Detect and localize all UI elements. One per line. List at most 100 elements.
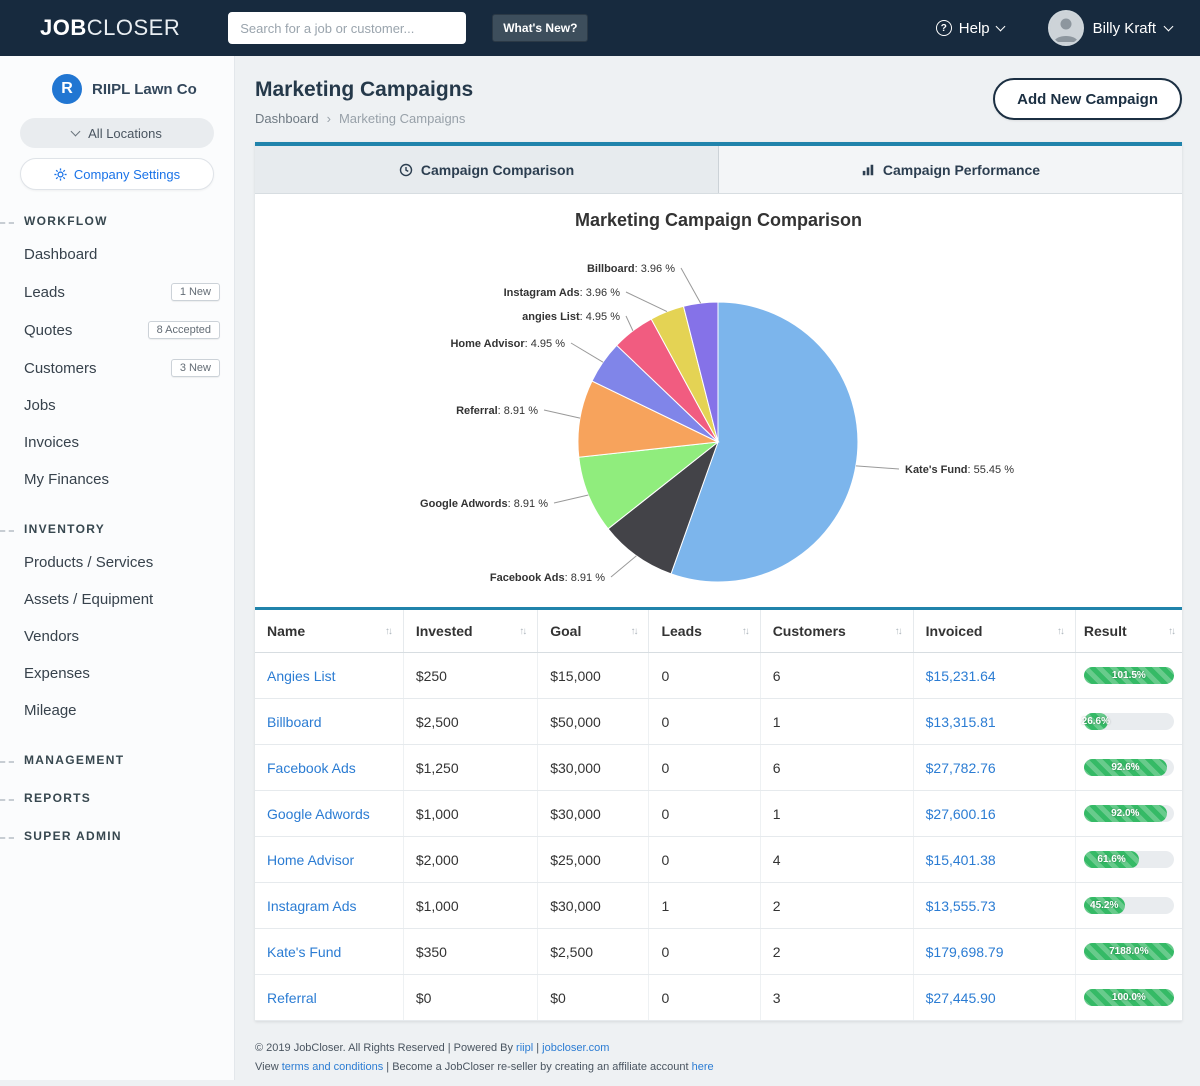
campaign-name-link[interactable]: Kate's Fund — [267, 944, 341, 960]
cell-invoiced: $15,231.64 — [913, 653, 1075, 699]
column-header-name[interactable]: Name↑↓ — [255, 609, 403, 653]
company-settings-button[interactable]: Company Settings — [20, 158, 214, 190]
sidebar-item-mileage[interactable]: Mileage — [0, 692, 234, 729]
column-header-result[interactable]: Result↑↓ — [1075, 609, 1182, 653]
result-progress-bar: 92.0% — [1084, 805, 1174, 822]
sidebar-item-assets-equipment[interactable]: Assets / Equipment — [0, 581, 234, 618]
pie-label-referral: Referral: 8.91 % — [456, 405, 538, 417]
riipl-link[interactable]: riipl — [516, 1042, 533, 1054]
result-progress-fill: 101.5% — [1084, 667, 1174, 684]
cell-invested: $2,500 — [403, 699, 537, 745]
invoiced-link[interactable]: $13,315.81 — [926, 714, 996, 730]
sidebar-item-expenses[interactable]: Expenses — [0, 655, 234, 692]
cell-name: Home Advisor — [255, 837, 403, 883]
sidebar-item-dashboard[interactable]: Dashboard — [0, 236, 234, 273]
all-locations-label: All Locations — [88, 126, 162, 141]
sidebar-item-invoices[interactable]: Invoices — [0, 424, 234, 461]
sidebar-item-label: Products / Services — [24, 554, 153, 571]
sidebar-section-inventory[interactable]: INVENTORY — [0, 522, 234, 536]
sidebar-section-workflow[interactable]: WORKFLOW — [0, 214, 234, 228]
result-progress-fill: 26.6% — [1084, 713, 1108, 730]
pie-chart-area: Marketing Campaign Comparison Kate's Fun… — [255, 194, 1182, 607]
table-row: Kate's Fund$350$2,50002$179,698.797188.0… — [255, 929, 1182, 975]
all-locations-dropdown[interactable]: All Locations — [20, 118, 214, 148]
cell-customers: 1 — [760, 699, 913, 745]
invoiced-link[interactable]: $27,445.90 — [926, 990, 996, 1006]
help-menu[interactable]: ? Help — [936, 20, 1004, 37]
invoiced-link[interactable]: $15,231.64 — [926, 668, 996, 684]
sidebar-item-label: Assets / Equipment — [24, 591, 153, 608]
cell-result: 7188.0% — [1075, 929, 1182, 975]
cell-name: Angies List — [255, 653, 403, 699]
column-label: Customers — [773, 623, 846, 639]
result-progress-fill: 61.6% — [1084, 851, 1139, 868]
sidebar-item-jobs[interactable]: Jobs — [0, 387, 234, 424]
cell-result: 92.0% — [1075, 791, 1182, 837]
whats-new-button[interactable]: What's New? — [492, 14, 588, 42]
sidebar-item-my-finances[interactable]: My Finances — [0, 461, 234, 498]
cell-invoiced: $13,315.81 — [913, 699, 1075, 745]
sidebar-item-label: Customers — [24, 360, 97, 377]
breadcrumb-dashboard[interactable]: Dashboard — [255, 111, 319, 126]
tab-campaign-performance[interactable]: Campaign Performance — [718, 146, 1182, 193]
invoiced-link[interactable]: $27,782.76 — [926, 760, 996, 776]
cell-invoiced: $27,445.90 — [913, 975, 1075, 1021]
invoiced-link[interactable]: $27,600.16 — [926, 806, 996, 822]
sidebar-section-management[interactable]: MANAGEMENT — [0, 753, 234, 767]
sidebar-item-leads[interactable]: Leads1 New — [0, 273, 234, 311]
column-label: Invested — [416, 623, 473, 639]
cell-result: 101.5% — [1075, 653, 1182, 699]
affiliate-here-link[interactable]: here — [692, 1061, 714, 1073]
campaign-name-link[interactable]: Instagram Ads — [267, 898, 357, 914]
result-progress-fill: 100.0% — [1084, 989, 1174, 1006]
campaign-name-link[interactable]: Google Adwords — [267, 806, 370, 822]
app-logo[interactable]: JOBCLOSER — [40, 15, 180, 41]
result-percent-label: 100.0% — [1112, 992, 1146, 1003]
sidebar-item-label: Expenses — [24, 665, 90, 682]
pie-label-kate-s-fund: Kate's Fund: 55.45 % — [905, 464, 1014, 476]
column-label: Invoiced — [926, 623, 983, 639]
gear-icon — [54, 168, 67, 181]
sidebar-item-label: Invoices — [24, 434, 79, 451]
column-header-invested[interactable]: Invested↑↓ — [403, 609, 537, 653]
sidebar-section-reports[interactable]: REPORTS — [0, 791, 234, 805]
sort-icon: ↑↓ — [1057, 626, 1063, 637]
footer-divider: | — [536, 1042, 539, 1054]
chevron-down-icon — [71, 126, 81, 136]
column-header-invoiced[interactable]: Invoiced ↑↓ — [913, 609, 1075, 653]
cell-invoiced: $27,600.16 — [913, 791, 1075, 837]
column-header-leads[interactable]: Leads↑↓ — [649, 609, 760, 653]
user-menu[interactable]: Billy Kraft — [1048, 10, 1172, 46]
column-header-goal[interactable]: Goal↑↓ — [538, 609, 649, 653]
campaign-name-link[interactable]: Facebook Ads — [267, 760, 356, 776]
copyright-text: © 2019 JobCloser. All Rights Reserved | … — [255, 1042, 513, 1054]
sidebar-item-customers[interactable]: Customers3 New — [0, 349, 234, 387]
invoiced-link[interactable]: $13,555.73 — [926, 898, 996, 914]
campaign-name-link[interactable]: Referral — [267, 990, 317, 1006]
company-selector[interactable]: R RIIPL Lawn Co — [0, 74, 234, 104]
terms-link[interactable]: terms and conditions — [282, 1061, 384, 1073]
campaign-table: Name↑↓Invested↑↓Goal↑↓Leads↑↓Customers↑↓… — [255, 607, 1182, 1021]
pie-label-connector — [856, 466, 899, 469]
campaign-name-link[interactable]: Home Advisor — [267, 852, 354, 868]
sidebar-item-label: My Finances — [24, 471, 109, 488]
search-input[interactable] — [228, 12, 466, 44]
sidebar-item-quotes[interactable]: Quotes8 Accepted — [0, 311, 234, 349]
jobcloser-link[interactable]: jobcloser.com — [542, 1042, 609, 1054]
campaign-name-link[interactable]: Billboard — [267, 714, 321, 730]
tab-campaign-comparison[interactable]: Campaign Comparison — [255, 146, 718, 193]
add-new-campaign-button[interactable]: Add New Campaign — [993, 78, 1182, 120]
campaign-name-link[interactable]: Angies List — [267, 668, 335, 684]
help-label: Help — [959, 20, 990, 37]
sidebar-item-products-services[interactable]: Products / Services — [0, 544, 234, 581]
pie-label-connector — [626, 292, 667, 312]
sidebar-item-label: Jobs — [24, 397, 56, 414]
invoiced-link[interactable]: $179,698.79 — [926, 944, 1004, 960]
company-settings-label: Company Settings — [74, 167, 180, 182]
page-title: Marketing Campaigns — [255, 78, 473, 102]
invoiced-link[interactable]: $15,401.38 — [926, 852, 996, 868]
column-header-customers[interactable]: Customers↑↓ — [760, 609, 913, 653]
sidebar-item-vendors[interactable]: Vendors — [0, 618, 234, 655]
sidebar-section-super-admin[interactable]: SUPER ADMIN — [0, 829, 234, 843]
cell-customers: 3 — [760, 975, 913, 1021]
